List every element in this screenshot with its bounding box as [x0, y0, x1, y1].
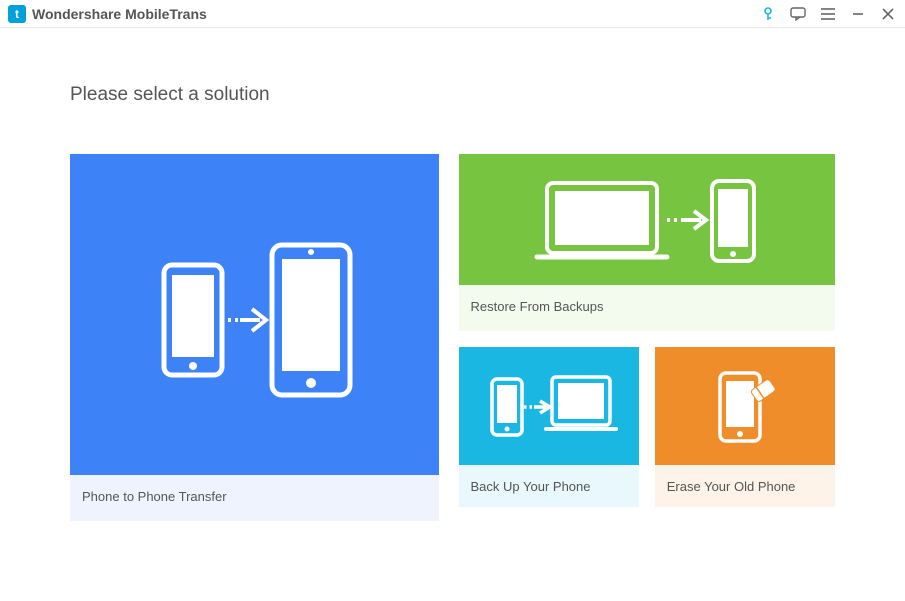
- bottom-row: Back Up Your Phone: [459, 347, 835, 507]
- titlebar: t Wondershare MobileTrans: [0, 0, 905, 28]
- restore-icon: [459, 154, 835, 285]
- backup-card[interactable]: Back Up Your Phone: [459, 347, 639, 507]
- erase-label: Erase Your Old Phone: [655, 465, 835, 507]
- right-column: Restore From Backups: [459, 154, 835, 521]
- minimize-button[interactable]: [849, 5, 867, 23]
- erase-card[interactable]: Erase Your Old Phone: [655, 347, 835, 507]
- menu-icon[interactable]: [819, 5, 837, 23]
- restore-label: Restore From Backups: [459, 285, 835, 331]
- feedback-icon[interactable]: [789, 5, 807, 23]
- phone-to-phone-label: Phone to Phone Transfer: [70, 475, 439, 521]
- app-title: Wondershare MobileTrans: [32, 6, 759, 22]
- backup-icon: [459, 347, 639, 465]
- close-button[interactable]: [879, 5, 897, 23]
- phone-to-phone-icon: [70, 154, 439, 475]
- solutions-grid: Phone to Phone Transfer: [70, 154, 835, 521]
- restore-card[interactable]: Restore From Backups: [459, 154, 835, 331]
- left-column: Phone to Phone Transfer: [70, 154, 439, 521]
- backup-label: Back Up Your Phone: [459, 465, 639, 507]
- logo-letter: t: [15, 7, 19, 21]
- phone-to-phone-card[interactable]: Phone to Phone Transfer: [70, 154, 439, 521]
- key-icon[interactable]: [759, 5, 777, 23]
- titlebar-controls: [759, 5, 897, 23]
- main-content: Please select a solution: [0, 28, 905, 551]
- page-heading: Please select a solution: [70, 84, 835, 106]
- app-logo: t: [8, 5, 26, 23]
- erase-icon: [655, 347, 835, 465]
